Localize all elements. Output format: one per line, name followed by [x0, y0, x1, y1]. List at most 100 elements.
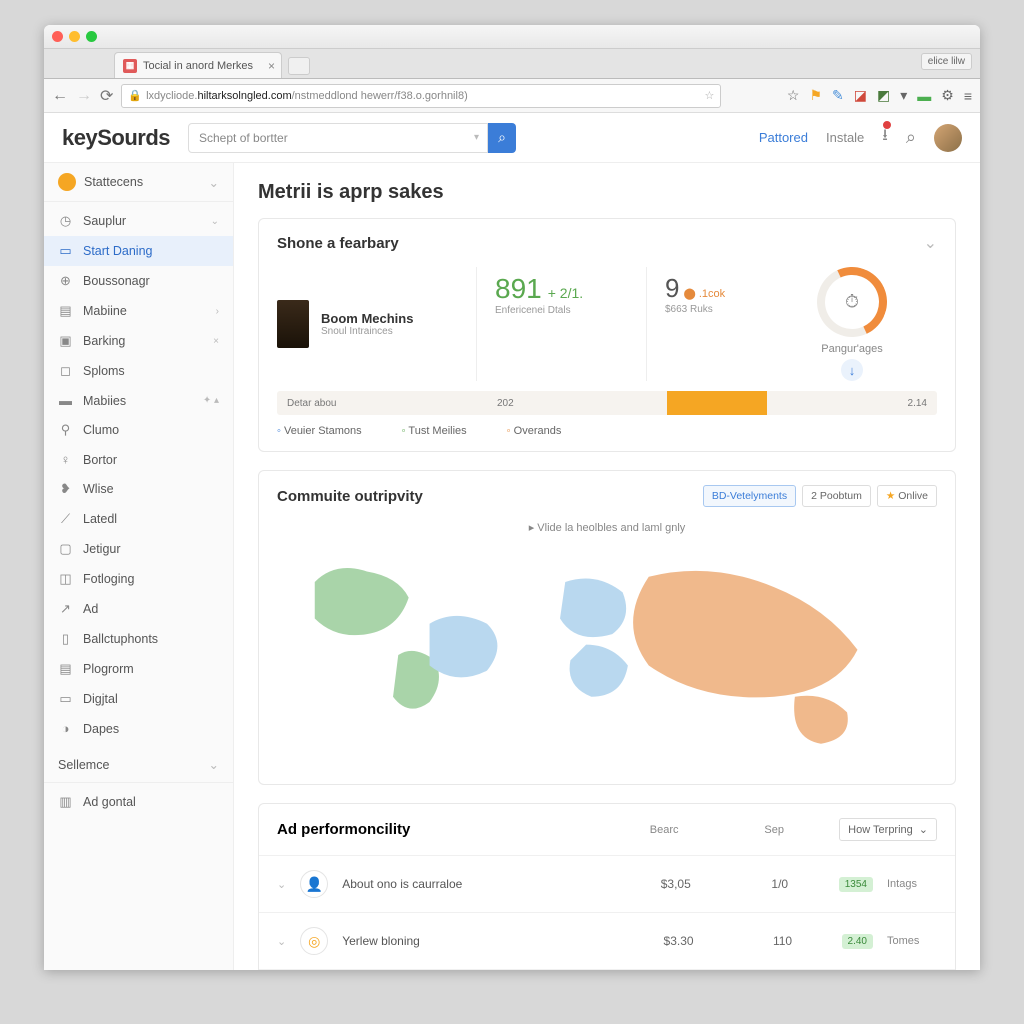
sidebar-item-icon: ▢ [58, 541, 73, 557]
reload-button[interactable]: ⟳ [100, 86, 113, 106]
sidebar-item-9[interactable]: ❥Wlise [44, 474, 233, 504]
main-content: Metrii is aprp sakes Shone a fearbary ⌄ … [234, 163, 980, 970]
book-subtitle: Snoul Intrainces [321, 326, 413, 337]
sidebar-item-icon: ◻ [58, 363, 73, 379]
table-row[interactable]: ⌄✖Yedely tro pel$5.051/03.45Tooles [259, 969, 955, 970]
sidebar-list: ◷Sauplur⌄▭Start Daning⊕Boussonagr▤Mabiin… [44, 202, 233, 747]
sidebar-item-label: Wlise [83, 482, 114, 496]
flag-icon[interactable]: ⚑ [809, 87, 822, 104]
sidebar-item-label: Jetigur [83, 542, 121, 556]
menu-icon[interactable]: ≡ [964, 88, 972, 104]
header-link-primary[interactable]: Pattored [759, 130, 808, 145]
url-prefix: lxdycliode. [146, 90, 197, 102]
header-search-icon[interactable]: ⌕ [906, 127, 916, 148]
back-button[interactable]: ← [52, 87, 68, 105]
sidebar-section-2[interactable]: Sellemce ⌄ [44, 747, 233, 783]
sidebar-item-label: Sploms [83, 364, 125, 378]
app-header: keySourds Schept of bortter ▾ ⌕ Pattored… [44, 113, 980, 163]
sidebar-list-2: ▥Ad gontal [44, 783, 233, 821]
progress-label-mid: 202 [497, 398, 657, 409]
summary-card: Shone a fearbary ⌄ Boom Mechins Snoul In… [258, 218, 956, 452]
row-tag: Tomes [887, 935, 937, 947]
sidebar-item-label: Start Daning [83, 244, 152, 258]
row-badge: 2.40 [842, 934, 873, 949]
search-button[interactable]: ⌕ [488, 123, 516, 153]
gear-icon[interactable]: ⚙ [941, 87, 954, 104]
ext2-icon[interactable]: ◩ [877, 87, 890, 104]
sidebar-item-14[interactable]: ▯Ballctuphonts [44, 624, 233, 654]
kpi2-unit: ⬤ .1cok [683, 287, 725, 300]
star-icon[interactable]: ☆ [787, 87, 800, 104]
sidebar-item-1[interactable]: ▭Start Daning [44, 236, 233, 266]
sidebar-item-icon: ▯ [58, 631, 73, 647]
browser-window: ▦ Tocial in anord Merkes × elice lilw ← … [44, 25, 980, 970]
chevron-icon: × [213, 336, 219, 347]
minimize-window-button[interactable] [69, 31, 80, 42]
sidebar-item-17[interactable]: ◑Dapes [44, 714, 233, 743]
titlebar [44, 25, 980, 49]
maximize-window-button[interactable] [86, 31, 97, 42]
sidebar-item-8[interactable]: ♀Bortor [44, 445, 233, 474]
account-chip[interactable]: elice lilw [921, 53, 972, 70]
bookmark-star-icon[interactable]: ☆ [705, 89, 715, 102]
map-filter-1[interactable]: BD-Vetelyments [703, 485, 796, 507]
summary-title: Shone a fearbary [277, 235, 399, 252]
sidebar-item-6[interactable]: ▬Mabiies✦ ▴ [44, 386, 233, 415]
download-button[interactable]: ↓ [841, 359, 863, 381]
sidebar-item-16[interactable]: ▭Digjtal [44, 684, 233, 714]
progress-label-right: 2.14 [908, 398, 927, 409]
sidebar-item-11[interactable]: ▢ Jetigur [44, 534, 233, 564]
chevron-down-icon[interactable]: ⌄ [924, 233, 937, 253]
ext3-icon[interactable]: ▬ [917, 88, 931, 104]
sidebar-item-5[interactable]: ◻ Sploms [44, 356, 233, 386]
sidebar-item-7[interactable]: ⚲Clumo [44, 415, 233, 445]
forward-button[interactable]: → [76, 87, 92, 105]
inbox-icon: ⭳ [882, 127, 888, 144]
notifications-button[interactable]: ⭳ [882, 124, 888, 151]
world-map[interactable] [273, 540, 941, 770]
performance-selector[interactable]: How Terpring ⌄ [839, 818, 937, 841]
close-tab-icon[interactable]: × [268, 59, 275, 73]
sidebar-item-0[interactable]: ◷Sauplur⌄ [44, 206, 233, 236]
dropdown-icon[interactable]: ▾ [900, 87, 907, 104]
row-value-2: 110 [738, 934, 828, 948]
close-window-button[interactable] [52, 31, 63, 42]
kpi-row: Boom Mechins Snoul Intrainces 891 + 2/1.… [259, 267, 955, 381]
browser-tab[interactable]: ▦ Tocial in anord Merkes × [114, 52, 282, 78]
gauge-label: Pangur'ages [821, 343, 882, 355]
search-dropdown-icon[interactable]: ▾ [474, 132, 479, 143]
map-title: Commuite outripvity [277, 488, 423, 505]
table-row[interactable]: ⌄◎Yerlew bloning$3.301102.40Tomes [259, 912, 955, 969]
map-controls: BD-Vetelyments 2 Poobtum Onlive [703, 485, 937, 507]
sidebar-item-15[interactable]: ▤Plogrorm [44, 654, 233, 684]
expand-icon[interactable]: ⌄ [277, 878, 286, 891]
search-input[interactable]: Schept of bortter ▾ [188, 123, 488, 153]
avatar[interactable] [934, 124, 962, 152]
map-filter-2[interactable]: 2 Poobtum [802, 485, 871, 507]
sidebar-item-10[interactable]: ⟋Latedl [44, 504, 233, 534]
kpi-product: Boom Mechins Snoul Intrainces [277, 267, 477, 381]
summary-header: Shone a fearbary ⌄ [259, 219, 955, 267]
chevron-icon: ✦ ▴ [203, 395, 219, 406]
url-path: /nstmeddlond hewerr/f38.o.gorhnil8) [292, 90, 468, 102]
sidebar-item-2[interactable]: ⊕Boussonagr [44, 266, 233, 296]
url-bar[interactable]: 🔒 lxdycliode. hiltarksolngled.com /nstme… [121, 84, 721, 108]
legend-3: Overands [507, 425, 562, 437]
sidebar-section-1[interactable]: Stattecens ⌄ [44, 163, 233, 202]
book-title: Boom Mechins [321, 311, 413, 326]
ext1-icon[interactable]: ◪ [854, 87, 867, 104]
table-row[interactable]: ⌄👤About ono is caurraloe$3,051/01354Inta… [259, 855, 955, 912]
gauge-icon [807, 257, 897, 347]
sidebar-item-3[interactable]: ▤Mabiine› [44, 296, 233, 326]
sidebar2-item-0[interactable]: ▥Ad gontal [44, 787, 233, 817]
header-link-secondary[interactable]: Instale [826, 130, 864, 145]
sidebar-item-13[interactable]: ↗Ad [44, 594, 233, 624]
row-value-2: 1/0 [735, 877, 825, 891]
sidebar-item-12[interactable]: ◫Fotloging [44, 564, 233, 594]
sidebar-item-4[interactable]: ▣Barking× [44, 326, 233, 356]
new-tab-button[interactable] [288, 57, 310, 75]
expand-icon[interactable]: ⌄ [277, 935, 286, 948]
sidebar-item-icon: ⚲ [58, 422, 73, 438]
map-filter-3[interactable]: Onlive [877, 485, 937, 507]
pencil-icon[interactable]: ✎ [832, 87, 844, 104]
